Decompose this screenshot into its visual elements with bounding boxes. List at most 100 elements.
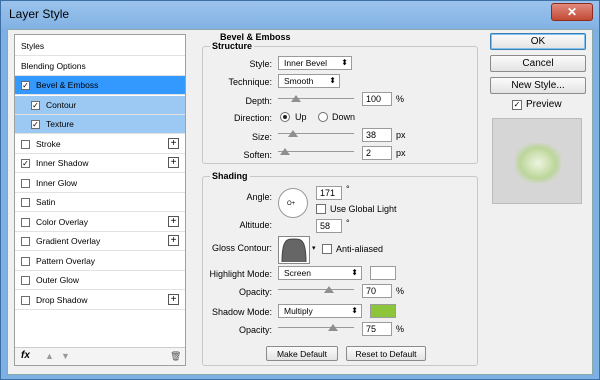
styles-item-blending-options[interactable]: Blending Options (15, 57, 185, 76)
preview-label[interactable]: Preview (526, 99, 562, 110)
shadow-mode-select[interactable]: Multiply ⬍ (278, 304, 362, 318)
shadow-opacity-input[interactable]: 75 (362, 322, 392, 336)
direction-label: Direction: (233, 113, 272, 123)
styles-item-label: Satin (36, 197, 56, 207)
style-checkbox[interactable]: ✓ (21, 159, 30, 168)
styles-item-label: Bevel & Emboss (36, 80, 99, 90)
styles-item-inner-shadow[interactable]: ✓ Inner Shadow + (15, 154, 185, 173)
soften-slider-thumb[interactable] (279, 148, 290, 155)
shadow-color-swatch[interactable] (370, 304, 396, 318)
depth-slider[interactable] (278, 91, 354, 102)
anti-aliased-checkbox[interactable] (322, 244, 332, 254)
styles-item-label: Color Overlay (36, 216, 88, 227)
style-checkbox[interactable]: ✓ (31, 100, 40, 110)
use-global-light-label[interactable]: Use Global Light (330, 204, 397, 214)
trash-icon[interactable]: 🗑 (170, 351, 181, 362)
style-checkbox[interactable]: ✓ (31, 120, 40, 129)
shadow-opacity-thumb[interactable] (327, 324, 338, 331)
dropdown-arrow-icon: ⬍ (351, 268, 358, 277)
styles-item-pattern-overlay[interactable]: Pattern Overlay (15, 252, 185, 271)
style-checkbox[interactable] (21, 198, 30, 207)
depth-input[interactable]: 100 (362, 92, 392, 106)
styles-item-bevel-emboss[interactable]: ✓ Bevel & Emboss (15, 76, 185, 95)
checkmark-icon: ✓ (32, 120, 39, 129)
styles-item-texture[interactable]: ✓ Texture (15, 115, 185, 134)
make-default-button[interactable]: Make Default (266, 346, 338, 361)
close-button[interactable]: ✕ (551, 3, 593, 21)
fx-icon[interactable]: fx (21, 350, 30, 361)
styles-item-label: Stroke (36, 138, 61, 149)
styles-item-color-overlay[interactable]: Color Overlay + (15, 213, 185, 232)
styles-item-drop-shadow[interactable]: Drop Shadow + (15, 291, 185, 310)
highlight-opacity-unit: % (396, 286, 405, 296)
style-checkbox[interactable] (21, 256, 30, 266)
styles-item-label: Pattern Overlay (36, 255, 96, 266)
ok-button[interactable]: OK (490, 33, 586, 50)
styles-item-label: Blending Options (21, 60, 86, 71)
style-checkbox[interactable]: ✓ (21, 81, 30, 90)
highlight-mode-select[interactable]: Screen ⬍ (278, 266, 362, 280)
angle-input[interactable]: 171 (316, 186, 342, 200)
cancel-button[interactable]: Cancel (490, 55, 586, 72)
styles-item-gradient-overlay[interactable]: Gradient Overlay + (15, 232, 185, 251)
plus-icon[interactable]: + (168, 235, 179, 246)
angle-dial[interactable]: O+ (278, 188, 308, 218)
styles-item-satin[interactable]: Satin (15, 193, 185, 212)
reset-to-default-button[interactable]: Reset to Default (346, 346, 426, 361)
style-checkbox[interactable] (21, 139, 30, 149)
style-checkbox[interactable] (21, 237, 30, 246)
angle-label: Angle: (246, 192, 272, 202)
style-checkbox[interactable] (21, 217, 30, 227)
shadow-opacity-label: Opacity: (238, 325, 272, 335)
style-checkbox[interactable] (21, 276, 30, 285)
soften-input[interactable]: 2 (362, 146, 392, 160)
highlight-color-swatch[interactable] (370, 266, 396, 280)
dropdown-arrow-icon: ⬍ (329, 76, 336, 85)
depth-slider-thumb[interactable] (291, 95, 302, 102)
checkmark-icon: ✓ (22, 81, 29, 90)
move-down-icon[interactable]: ▼ (61, 351, 70, 361)
depth-unit: % (396, 94, 405, 104)
plus-icon[interactable]: + (168, 157, 179, 168)
styles-item-label: Texture (46, 119, 74, 129)
styles-item-styles[interactable]: Styles (15, 37, 185, 56)
direction-up-radio[interactable] (280, 112, 290, 122)
styles-item-outer-glow[interactable]: Outer Glow (15, 271, 185, 290)
soften-label: Soften: (243, 150, 272, 160)
plus-icon[interactable]: + (168, 215, 179, 227)
styles-item-label: Styles (21, 41, 45, 51)
style-select[interactable]: Inner Bevel ⬍ (278, 56, 352, 70)
highlight-opacity-label: Opacity: (238, 287, 272, 297)
plus-icon[interactable]: + (168, 293, 179, 305)
contour-dropdown-icon[interactable]: ▾ (312, 244, 316, 252)
preview-checkbox[interactable]: ✓ (512, 100, 522, 110)
style-checkbox[interactable] (21, 295, 30, 305)
highlight-opacity-thumb[interactable] (324, 286, 335, 293)
styles-item-inner-glow[interactable]: Inner Glow (15, 174, 185, 193)
soften-slider[interactable] (278, 144, 354, 155)
gloss-contour-picker[interactable] (278, 236, 310, 264)
direction-up-label[interactable]: Up (295, 112, 307, 122)
use-global-light-checkbox[interactable] (316, 204, 326, 214)
move-up-icon[interactable]: ▲ (45, 351, 54, 361)
style-checkbox[interactable] (21, 178, 30, 188)
shadow-mode-value: Multiply (284, 306, 313, 316)
altitude-input[interactable]: 58 (316, 219, 342, 233)
angle-unit: ° (346, 184, 350, 194)
new-style-button[interactable]: New Style... (490, 77, 586, 94)
technique-select[interactable]: Smooth ⬍ (278, 74, 340, 88)
direction-down-radio[interactable] (318, 112, 328, 122)
direction-down-label[interactable]: Down (332, 112, 355, 122)
dialog-body: Styles Blending Options ✓ Bevel & Emboss ✓ Co… (7, 29, 593, 375)
highlight-opacity-input[interactable]: 70 (362, 284, 392, 298)
shadow-opacity-slider[interactable] (278, 320, 354, 331)
styles-item-stroke[interactable]: Stroke + (15, 135, 185, 154)
size-slider-thumb[interactable] (287, 130, 298, 137)
plus-icon[interactable]: + (168, 137, 179, 149)
highlight-opacity-slider[interactable] (278, 282, 354, 293)
title-bar[interactable]: Layer Style ✕ (1, 1, 599, 29)
anti-aliased-label[interactable]: Anti-aliased (336, 244, 383, 254)
styles-item-contour[interactable]: ✓ Contour (15, 95, 185, 115)
size-input[interactable]: 38 (362, 128, 392, 142)
size-slider[interactable] (278, 126, 354, 137)
